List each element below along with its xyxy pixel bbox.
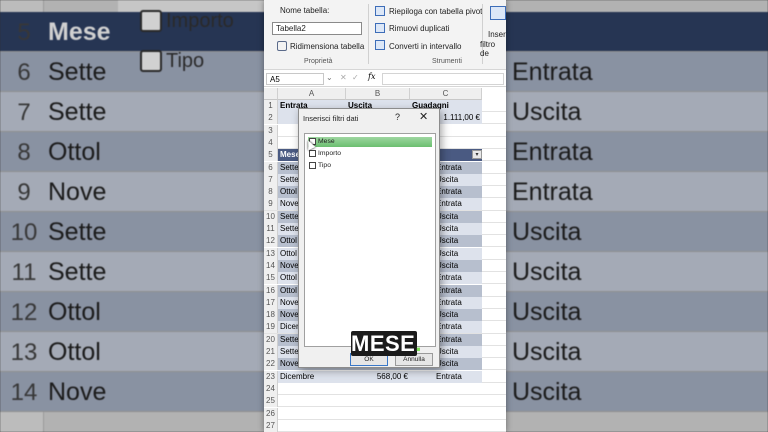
formula-input[interactable]: [382, 73, 504, 85]
cell-a[interactable]: [278, 408, 346, 420]
confirm-icon[interactable]: ✓: [352, 73, 359, 82]
row-number[interactable]: 26: [264, 407, 278, 420]
table-row: 24: [264, 382, 506, 396]
row-number[interactable]: 16: [264, 284, 278, 297]
close-icon[interactable]: ✕: [419, 110, 428, 123]
ribbon-separator: [368, 4, 369, 64]
cancel-icon[interactable]: ✕: [340, 73, 347, 82]
row-number[interactable]: 9: [264, 198, 278, 211]
left-shade: [0, 0, 264, 432]
function-icon[interactable]: fx: [368, 72, 375, 81]
caption-overlay: MESE.: [351, 331, 422, 356]
row-number[interactable]: 8: [264, 186, 278, 199]
row-number[interactable]: 27: [264, 419, 278, 432]
field-option-label: Tipo: [318, 162, 331, 169]
chevron-down-icon: ⌄: [326, 73, 333, 82]
group-tools-label: Strumenti: [432, 58, 462, 65]
help-icon[interactable]: ?: [395, 112, 400, 122]
field-option[interactable]: Mese: [308, 137, 432, 147]
cell-a[interactable]: [278, 383, 346, 395]
cell-c[interactable]: [410, 383, 482, 395]
cell-a[interactable]: Dicembre: [278, 370, 346, 383]
row-number[interactable]: 15: [264, 272, 278, 285]
row-number[interactable]: 19: [264, 321, 278, 334]
row-number[interactable]: 5: [264, 149, 278, 162]
checkbox[interactable]: [309, 162, 316, 169]
row-number[interactable]: 10: [264, 210, 278, 223]
column-header-b[interactable]: B: [346, 88, 410, 100]
convert-range-icon: [375, 40, 385, 50]
filter-dropdown-icon[interactable]: ▾: [472, 150, 482, 160]
row-number[interactable]: 12: [264, 235, 278, 248]
cell-c[interactable]: Entrata: [410, 370, 482, 383]
pivot-button[interactable]: Riepiloga con tabella pivot: [389, 7, 482, 16]
name-box[interactable]: A5: [266, 73, 324, 85]
cell-a[interactable]: [278, 395, 346, 407]
table-name-label: Nome tabella:: [280, 6, 330, 15]
field-option-label: Mese: [318, 138, 335, 145]
row-number[interactable]: 2: [264, 112, 278, 125]
caption-dot: .: [415, 331, 422, 356]
resize-table-button[interactable]: Ridimensiona tabella: [290, 42, 364, 51]
caption-text: MESE: [351, 331, 416, 356]
row-number[interactable]: 6: [264, 161, 278, 174]
cell-b[interactable]: 568,00 €: [346, 370, 410, 383]
insert-slicer-button[interactable]: Inseris: [488, 30, 506, 39]
row-number[interactable]: 1: [264, 100, 278, 112]
insert-slicer-button-line2: filtro de: [480, 40, 496, 58]
resize-table-icon: [277, 41, 287, 51]
row-number[interactable]: 7: [264, 173, 278, 186]
row-number[interactable]: 14: [264, 259, 278, 272]
dialog-title: Inserisci filtri dati: [303, 114, 359, 123]
row-number[interactable]: 13: [264, 247, 278, 260]
column-header-a[interactable]: A: [278, 88, 346, 100]
select-all-corner[interactable]: [264, 88, 278, 100]
cell-b[interactable]: [346, 420, 410, 432]
table-row: 26: [264, 407, 506, 420]
insert-slicer-icon: [490, 6, 506, 20]
ribbon: Nome tabella: Tabella2 Ridimensiona tabe…: [264, 0, 506, 70]
row-number[interactable]: 17: [264, 296, 278, 309]
row-number[interactable]: 22: [264, 358, 278, 371]
row-number[interactable]: 18: [264, 309, 278, 322]
column-header-c[interactable]: C: [410, 88, 482, 100]
field-option[interactable]: Importo: [308, 149, 432, 159]
row-number[interactable]: 3: [264, 124, 278, 137]
table-row: 23 Dicembre 568,00 € Entrata: [264, 370, 506, 383]
cell-c[interactable]: [410, 408, 482, 420]
cell-c[interactable]: [410, 395, 482, 407]
row-number[interactable]: 25: [264, 395, 278, 408]
row-number[interactable]: 21: [264, 346, 278, 358]
insert-slicer-dialog: Inserisci filtri dati ? ✕ Mese Importo Tip…: [298, 108, 440, 368]
field-list: Mese Importo Tipo: [304, 133, 436, 347]
row-number[interactable]: 4: [264, 136, 278, 149]
group-properties-label: Proprietà: [304, 58, 333, 65]
right-shade: [506, 0, 768, 432]
table-name-input[interactable]: Tabella2: [272, 22, 362, 35]
cell-b[interactable]: [346, 408, 410, 420]
video-frame: 5 Mese 6 Sette Entrata 7 Sette Uscita 8 Ottol Entr…: [0, 0, 768, 432]
row-number[interactable]: 20: [264, 333, 278, 346]
cell-a[interactable]: [278, 420, 346, 432]
row-number[interactable]: 23: [264, 370, 278, 383]
remove-duplicates-icon: [375, 23, 385, 33]
row-number[interactable]: 24: [264, 382, 278, 395]
cell-c[interactable]: [410, 420, 482, 432]
pivot-icon: [375, 6, 385, 16]
remove-duplicates-button[interactable]: Rimuovi duplicati: [389, 24, 449, 33]
convert-range-button[interactable]: Converti in intervallo: [389, 42, 461, 51]
checkbox[interactable]: [309, 150, 316, 157]
field-option[interactable]: Tipo: [308, 161, 432, 171]
cell-b[interactable]: [346, 395, 410, 407]
formula-bar: A5 ⌄ ✕ ✓ fx: [264, 71, 506, 87]
table-row: 27: [264, 419, 506, 432]
table-row: 25: [264, 395, 506, 408]
field-option-label: Importo: [318, 150, 342, 157]
row-number[interactable]: 11: [264, 223, 278, 235]
cell-b[interactable]: [346, 383, 410, 395]
